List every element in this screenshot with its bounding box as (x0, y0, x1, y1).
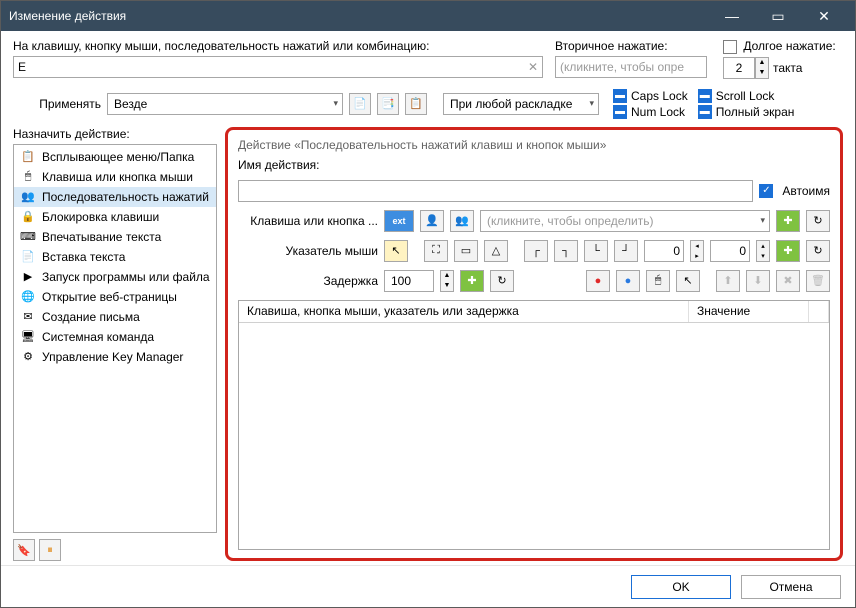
maximize-button[interactable]: ▭ (755, 1, 801, 31)
window: Изменение действия — ▭ ✕ На клавишу, кно… (0, 0, 856, 608)
action-icon: 🖥 (20, 329, 36, 345)
add-pointer-button[interactable]: ✚ (776, 240, 800, 262)
action-list-item[interactable]: 📋Всплывающее меню/Папка (14, 147, 216, 167)
action-icon: ✉ (20, 309, 36, 325)
copy-icon[interactable]: 📑 (377, 93, 399, 115)
move-up-icon[interactable]: ⬆ (716, 270, 740, 292)
action-icon: ⚙ (20, 349, 36, 365)
record-cursor-icon[interactable]: ↖ (676, 270, 700, 292)
fullscreen-flag[interactable]: ▬ (698, 105, 712, 119)
record-mouse-icon[interactable]: 🖱 (646, 270, 670, 292)
uk-icon[interactable]: 🔖 (13, 539, 35, 561)
user-up-icon[interactable]: 👥 (450, 210, 474, 232)
action-icon: 👥 (20, 189, 36, 205)
delete-icon[interactable]: ✖ (776, 270, 800, 292)
action-icon: 🌐 (20, 289, 36, 305)
action-list-item[interactable]: 🖥Системная команда (14, 327, 216, 347)
refresh-pointer-icon[interactable]: ↻ (806, 240, 830, 262)
titlebar: Изменение действия — ▭ ✕ (1, 1, 855, 31)
capslock-flag[interactable]: ▬ (613, 89, 627, 103)
action-list-item[interactable]: ⚙Управление Key Manager (14, 347, 216, 367)
hotkey-label: На клавишу, кнопку мыши, последовательно… (13, 39, 543, 53)
scrolllock-flag[interactable]: ▬ (698, 89, 712, 103)
autoname-checkbox[interactable]: ✓ (759, 184, 773, 198)
ok-button[interactable]: OK (631, 575, 731, 599)
action-icon: 🔒 (20, 209, 36, 225)
action-icon: ⌨ (20, 229, 36, 245)
window-title: Изменение действия (9, 9, 709, 23)
record-icon[interactable]: ● (586, 270, 610, 292)
new-doc-icon[interactable]: 📄 (349, 93, 371, 115)
action-name-input[interactable] (238, 180, 753, 202)
delay-spinner[interactable]: ▲▼ (440, 270, 454, 292)
action-list-item[interactable]: 🌐Открытие веб-страницы (14, 287, 216, 307)
sequence-grid[interactable]: Клавиша, кнопка мыши, указатель или заде… (238, 300, 830, 550)
window-icon[interactable]: ▭ (454, 240, 478, 262)
user-down-icon[interactable]: 👤 (420, 210, 444, 232)
assign-label: Назначить действие: (13, 127, 217, 141)
action-list-item[interactable]: 🔒Блокировка клавиши (14, 207, 216, 227)
action-list-item[interactable]: 🖱Клавиша или кнопка мыши (14, 167, 216, 187)
layout-combo[interactable]: При любой раскладке▾ (443, 93, 599, 115)
long-press-value[interactable] (723, 57, 755, 79)
apply-scope-combo[interactable]: Везде▾ (107, 93, 343, 115)
long-press-checkbox[interactable] (723, 40, 737, 54)
minimize-button[interactable]: — (709, 1, 755, 31)
close-button[interactable]: ✕ (801, 1, 847, 31)
action-icon: 🖱 (20, 169, 36, 185)
expand-icon[interactable]: ⛶ (424, 240, 448, 262)
numlock-flag[interactable]: ▬ (613, 105, 627, 119)
corner-bl-icon[interactable]: └ (584, 240, 608, 262)
ext-button[interactable]: ext (384, 210, 414, 232)
triangle-icon[interactable]: △ (484, 240, 508, 262)
move-down-icon[interactable]: ⬇ (746, 270, 770, 292)
long-press-label: Долгое нажатие: (723, 39, 843, 54)
corner-tr-icon[interactable]: ┐ (554, 240, 578, 262)
apply-label: Применять (13, 97, 101, 111)
clear-icon[interactable]: ✕ (528, 60, 538, 74)
coord-x-spinner[interactable]: ◂▸ (690, 240, 704, 262)
action-icon: 📋 (20, 149, 36, 165)
action-list-item[interactable]: ⌨Впечатывание текста (14, 227, 216, 247)
add-delay-button[interactable]: ✚ (460, 270, 484, 292)
corner-br-icon[interactable]: ┘ (614, 240, 638, 262)
secondary-label: Вторичное нажатие: (555, 39, 711, 53)
action-icon: ▶ (20, 269, 36, 285)
action-list-item[interactable]: ✉Создание письма (14, 307, 216, 327)
refresh-delay-icon[interactable]: ↻ (490, 270, 514, 292)
action-type-list: 📋Всплывающее меню/Папка🖱Клавиша или кноп… (13, 144, 217, 533)
coord-x-input[interactable] (644, 240, 684, 262)
delay-input[interactable] (384, 270, 434, 292)
secondary-input[interactable] (555, 56, 707, 78)
hotkey-input[interactable]: E ✕ (13, 56, 543, 78)
action-editor-panel: Действие «Последовательность нажатий кла… (225, 127, 843, 561)
refresh-key-icon[interactable]: ↻ (806, 210, 830, 232)
trash-icon[interactable]: 🗑 (806, 270, 830, 292)
action-list-item[interactable]: ▶Запуск программы или файла (14, 267, 216, 287)
pause-icon[interactable]: ⏸ (39, 539, 61, 561)
coord-y-input[interactable] (710, 240, 750, 262)
corner-tl-icon[interactable]: ┌ (524, 240, 548, 262)
record2-icon[interactable]: ● (616, 270, 640, 292)
action-list-item[interactable]: 📄Вставка текста (14, 247, 216, 267)
action-list-item[interactable]: 👥Последовательность нажатий (14, 187, 216, 207)
cancel-button[interactable]: Отмена (741, 575, 841, 599)
props-icon[interactable]: 📋 (405, 93, 427, 115)
key-define-combo[interactable]: (кликните, чтобы определить)▾ (480, 210, 770, 232)
coord-y-spinner[interactable]: ▴▾ (756, 240, 770, 262)
action-icon: 📄 (20, 249, 36, 265)
add-key-button[interactable]: ✚ (776, 210, 800, 232)
long-press-spinner[interactable]: ▲▼ (755, 57, 769, 79)
cursor-icon[interactable]: ↖ (384, 240, 408, 262)
panel-title: Действие «Последовательность нажатий кла… (238, 138, 830, 152)
